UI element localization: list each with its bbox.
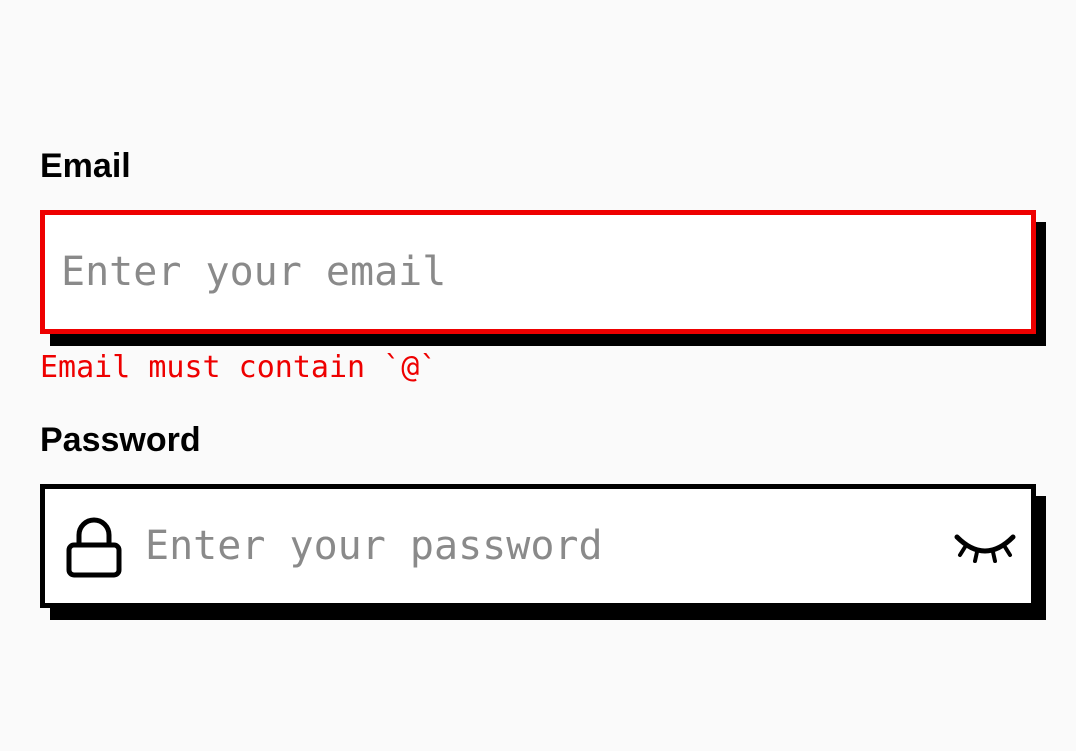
email-field-wrapper <box>40 210 1046 346</box>
password-field-wrapper <box>40 484 1046 620</box>
eye-closed-icon[interactable] <box>953 531 1017 567</box>
email-label: Email <box>40 147 131 185</box>
email-error-message: Email must contain `@` <box>40 350 438 385</box>
password-input[interactable] <box>145 489 925 603</box>
password-field-box <box>40 484 1036 608</box>
password-label: Password <box>40 421 201 459</box>
email-field-box <box>40 210 1036 334</box>
lock-icon <box>66 517 122 578</box>
email-input[interactable] <box>61 215 1021 329</box>
